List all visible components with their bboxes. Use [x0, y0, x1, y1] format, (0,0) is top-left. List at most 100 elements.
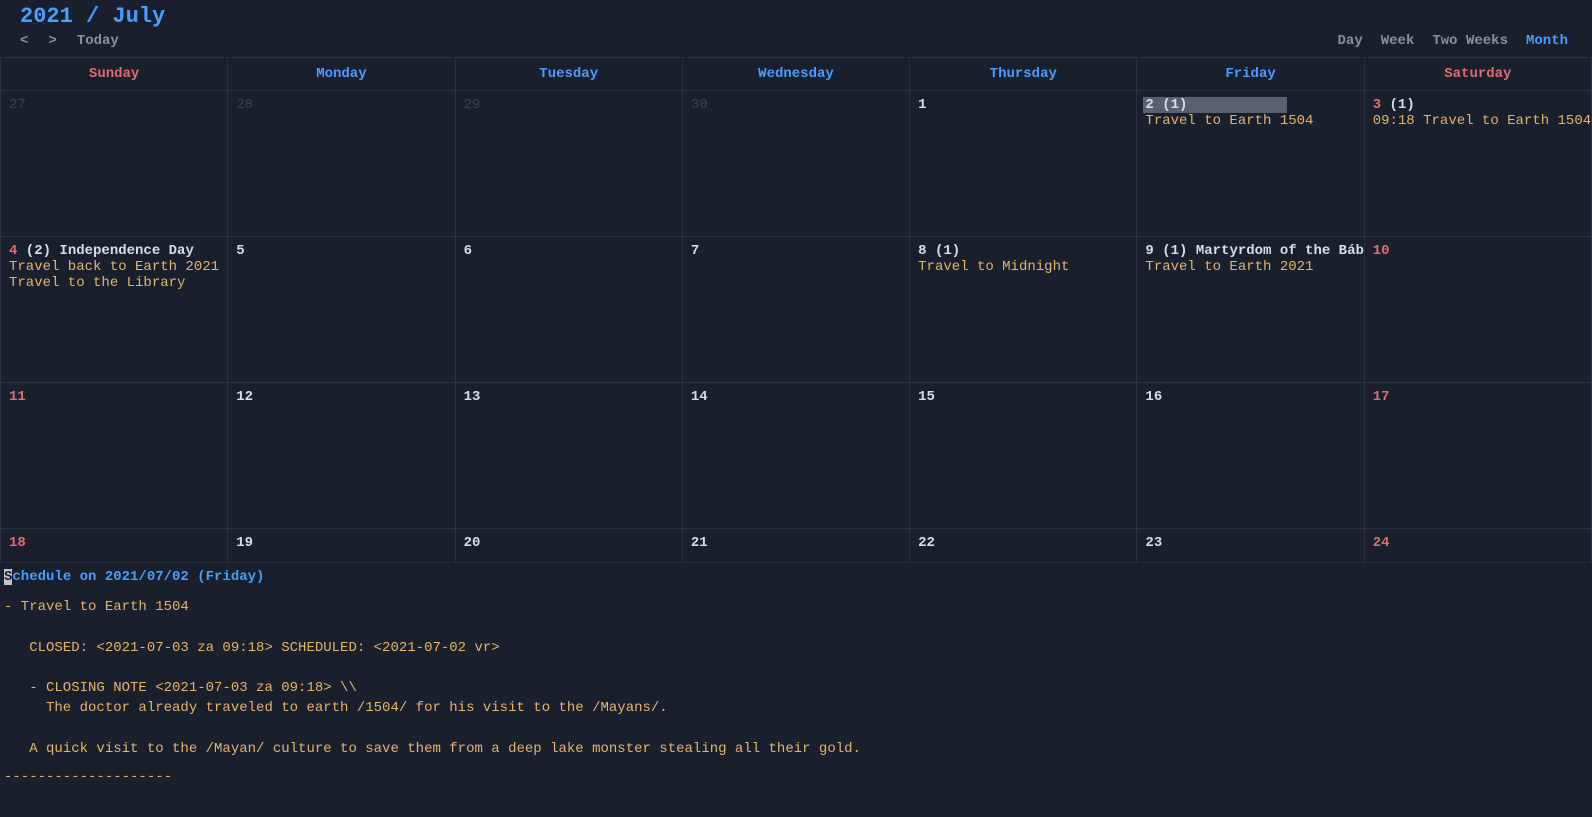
day-header-line: 11 [9, 389, 219, 405]
day-header-line: 19 [236, 535, 446, 551]
day-number: 3 [1373, 97, 1381, 113]
next-button[interactable]: > [48, 33, 56, 49]
day-number: 8 [918, 243, 926, 259]
detail-title-text: chedule on 2021/07/02 (Friday) [12, 569, 264, 585]
day-cell[interactable]: 23 [1137, 529, 1364, 563]
day-header-line: 27 [9, 97, 219, 113]
day-header-line: 7 [691, 243, 901, 259]
day-number: 19 [236, 535, 253, 551]
day-cell[interactable]: 11 [1, 383, 228, 529]
weekday-header: Sunday [1, 58, 228, 91]
today-button[interactable]: Today [77, 33, 119, 49]
event-item[interactable]: 09:18 Travel to Earth 1504 [1373, 113, 1583, 129]
day-cell[interactable]: 15 [910, 383, 1137, 529]
day-cell[interactable]: 19 [228, 529, 455, 563]
weekday-header: Friday [1137, 58, 1364, 91]
day-number: 15 [918, 389, 935, 405]
weekday-header: Wednesday [683, 58, 910, 91]
day-cell[interactable]: 21 [683, 529, 910, 563]
day-cell[interactable]: 12 [228, 383, 455, 529]
prev-button[interactable]: < [20, 33, 28, 49]
day-number: 10 [1373, 243, 1390, 259]
day-header-line: 24 [1373, 535, 1583, 551]
day-header-line: 17 [1373, 389, 1583, 405]
day-cell[interactable]: 28 [228, 91, 455, 237]
day-header-line: 21 [691, 535, 901, 551]
day-count: (2) [17, 243, 51, 259]
day-cell[interactable]: 18 [1, 529, 228, 563]
day-header-line: 6 [464, 243, 674, 259]
day-number: 6 [464, 243, 472, 259]
view-month[interactable]: Month [1526, 33, 1568, 49]
day-header-line: 4 (2) Independence Day [9, 243, 219, 259]
day-cell[interactable]: 6 [456, 237, 683, 383]
day-header-line: 10 [1373, 243, 1583, 259]
weekday-header: Tuesday [456, 58, 683, 91]
day-cell[interactable]: 2 (1)Travel to Earth 1504 [1137, 91, 1364, 237]
day-number: 28 [236, 97, 253, 113]
day-number: 16 [1145, 389, 1162, 405]
day-count: (1) [927, 243, 961, 259]
day-cell[interactable]: 22 [910, 529, 1137, 563]
weekday-header: Monday [228, 58, 455, 91]
day-number: 18 [9, 535, 26, 551]
day-header-line: 20 [464, 535, 674, 551]
event-item[interactable]: Travel to Earth 1504 [1145, 113, 1355, 129]
view-two-weeks[interactable]: Two Weeks [1432, 33, 1508, 49]
day-number: 24 [1373, 535, 1390, 551]
day-cell[interactable]: 9 (1) Martyrdom of the BábTravel to Eart… [1137, 237, 1364, 383]
day-number: 9 [1145, 243, 1153, 259]
day-number: 20 [464, 535, 481, 551]
day-count: (1) [1154, 97, 1188, 113]
view-week[interactable]: Week [1381, 33, 1415, 49]
day-header-line: 13 [464, 389, 674, 405]
day-number: 29 [464, 97, 481, 113]
day-header-line: 1 [918, 97, 1128, 113]
event-item[interactable]: Travel to the Library [9, 275, 219, 291]
day-cell[interactable]: 3 (1)09:18 Travel to Earth 1504 [1365, 91, 1592, 237]
day-cell[interactable]: 5 [228, 237, 455, 383]
day-cell[interactable]: 8 (1)Travel to Midnight [910, 237, 1137, 383]
day-count: (1) [1154, 243, 1188, 259]
day-cell[interactable]: 13 [456, 383, 683, 529]
day-number: 2 [1145, 97, 1153, 113]
day-cell[interactable]: 4 (2) Independence DayTravel back to Ear… [1, 237, 228, 383]
event-item[interactable]: Travel to Earth 2021 [1145, 259, 1355, 275]
day-number: 27 [9, 97, 26, 113]
day-number: 17 [1373, 389, 1390, 405]
day-header-line: 3 (1) [1373, 97, 1583, 113]
day-cell[interactable]: 27 [1, 91, 228, 237]
day-number: 11 [9, 389, 26, 405]
event-item[interactable]: Travel back to Earth 2021 [9, 259, 219, 275]
day-header-line: 16 [1145, 389, 1355, 405]
day-cell[interactable]: 14 [683, 383, 910, 529]
day-number: 13 [464, 389, 481, 405]
day-number: 7 [691, 243, 699, 259]
day-header-line: 5 [236, 243, 446, 259]
event-item[interactable]: Travel to Midnight [918, 259, 1128, 275]
day-cell[interactable]: 1 [910, 91, 1137, 237]
page-title: 2021 / July [20, 4, 1572, 29]
day-number: 12 [236, 389, 253, 405]
view-day[interactable]: Day [1338, 33, 1363, 49]
day-number: 22 [918, 535, 935, 551]
day-number: 14 [691, 389, 708, 405]
day-cell[interactable]: 7 [683, 237, 910, 383]
day-number: 23 [1145, 535, 1162, 551]
day-cell[interactable]: 10 [1365, 237, 1592, 383]
day-cell[interactable]: 17 [1365, 383, 1592, 529]
day-number: 30 [691, 97, 708, 113]
day-header-line: 18 [9, 535, 219, 551]
weekday-header: Thursday [910, 58, 1137, 91]
detail-title: Schedule on 2021/07/02 (Friday) [4, 569, 1588, 585]
day-cell[interactable]: 16 [1137, 383, 1364, 529]
day-holiday: Independence Day [51, 243, 194, 259]
day-count: (1) [1381, 97, 1415, 113]
day-cell[interactable]: 20 [456, 529, 683, 563]
day-cell[interactable]: 24 [1365, 529, 1592, 563]
day-number: 5 [236, 243, 244, 259]
day-header-line: 2 (1) [1143, 97, 1287, 113]
day-header-line: 14 [691, 389, 901, 405]
day-cell[interactable]: 29 [456, 91, 683, 237]
day-cell[interactable]: 30 [683, 91, 910, 237]
